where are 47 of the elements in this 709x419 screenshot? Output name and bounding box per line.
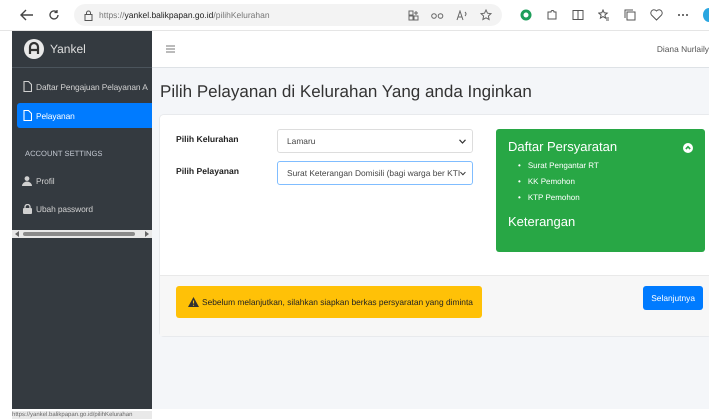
requirements-title: Daftar Persyaratan: [508, 139, 618, 154]
horizontal-scrollbar[interactable]: [12, 230, 152, 238]
warning-icon: [188, 297, 199, 307]
requirement-item: KTP Pemohon: [528, 192, 580, 204]
lock-icon: [22, 204, 32, 214]
brand-name: Yankel: [50, 42, 86, 56]
document-icon: [22, 81, 32, 92]
collapse-icon[interactable]: [683, 143, 693, 153]
user-name[interactable]: Diana Nurlaily: [656, 44, 709, 54]
alert-text: Sebelum melanjutkan, silahkan siapkan berkas persyaratan yang diminta: [202, 297, 473, 307]
page-title: Pilih Pelayanan di Kelurahan Yang anda Inginkan: [160, 81, 533, 103]
bullet-mark: •: [518, 192, 521, 204]
more-icon[interactable]: [677, 13, 689, 17]
lock-icon: [84, 10, 93, 20]
heart-icon[interactable]: [650, 9, 663, 21]
user-icon: [22, 176, 32, 186]
address-bar[interactable]: https://yankel.balikpapan.go.id/pilihKelurahan: [74, 4, 502, 26]
select-field[interactable]: Lamaru: [277, 129, 473, 153]
reload-icon[interactable]: [48, 9, 60, 21]
logo-icon: [24, 39, 44, 59]
split-screen-icon[interactable]: [572, 9, 584, 21]
apps-icon[interactable]: [408, 10, 419, 20]
sidebar-item[interactable]: Daftar Pengajuan Pelayanan A: [17, 74, 152, 99]
bullet-mark: •: [518, 176, 521, 188]
scroll-right-icon[interactable]: [144, 231, 149, 237]
scroll-left-icon[interactable]: [15, 231, 20, 237]
collections-icon[interactable]: [624, 9, 636, 21]
sidebar-item[interactable]: Ubah password: [17, 196, 152, 221]
document-icon: [22, 110, 32, 121]
favorites-icon[interactable]: [598, 9, 610, 21]
url-text: https://yankel.balikpapan.go.id/pilihKelurahan: [99, 10, 271, 20]
sidebar-item[interactable]: Pelayanan: [17, 103, 152, 128]
note-title: Keterangan: [508, 214, 576, 229]
read-aloud-icon[interactable]: [456, 10, 468, 20]
menu-icon[interactable]: [166, 45, 175, 53]
caret-icon: [459, 138, 466, 144]
select-field[interactable]: Surat Keterangan Domisili (bagi warga ber KTI: [277, 161, 473, 185]
back-icon[interactable]: [20, 9, 34, 21]
next-button[interactable]: Selanjutnya: [643, 286, 703, 310]
requirement-item: Surat Pengantar RT: [528, 160, 599, 172]
field-label: Pilih Pelayanan: [176, 165, 240, 176]
bullet-mark: •: [518, 160, 521, 172]
caret-icon: [460, 170, 466, 176]
sidebar-item[interactable]: Profil: [17, 168, 152, 193]
field-label: Pilih Kelurahan: [176, 133, 240, 144]
requirement-item: KK Pemohon: [528, 176, 575, 188]
star-icon[interactable]: [480, 9, 492, 21]
